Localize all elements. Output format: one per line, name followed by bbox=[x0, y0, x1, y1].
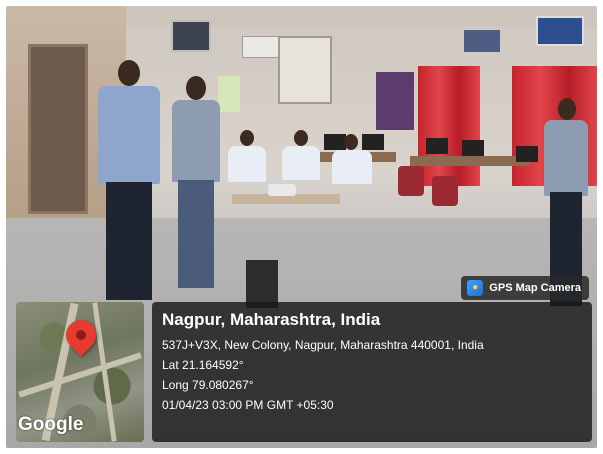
person-head bbox=[118, 60, 140, 86]
computer-monitor bbox=[362, 134, 384, 150]
wall-sign bbox=[464, 30, 500, 52]
person-head bbox=[558, 98, 576, 120]
camera-icon: ● bbox=[467, 280, 484, 296]
map-road bbox=[18, 352, 142, 398]
location-info-panel: Nagpur, Maharashtra, India 537J+V3X, New… bbox=[152, 302, 592, 442]
presenter-trousers bbox=[106, 182, 152, 300]
wall-sign-right bbox=[536, 16, 584, 46]
red-chair bbox=[398, 166, 424, 196]
timestamp-line: 01/04/23 03:00 PM GMT +05:30 bbox=[162, 398, 334, 412]
standing-presenter bbox=[172, 100, 220, 182]
person-head bbox=[186, 76, 206, 100]
standing-observer bbox=[544, 120, 588, 196]
presenter-jeans bbox=[178, 180, 214, 288]
latitude-line: Lat 21.164592° bbox=[162, 358, 244, 372]
notice-board bbox=[278, 36, 332, 104]
location-title: Nagpur, Maharashtra, India bbox=[162, 310, 381, 329]
seated-person bbox=[282, 146, 320, 180]
computer-monitor bbox=[462, 140, 484, 156]
person-head bbox=[240, 130, 254, 146]
google-logo: Google bbox=[18, 414, 84, 435]
wall-monitor bbox=[171, 20, 211, 52]
projector bbox=[268, 184, 296, 196]
computer-monitor bbox=[324, 134, 346, 150]
door bbox=[28, 44, 88, 214]
person-head bbox=[294, 130, 308, 146]
computer-cpu bbox=[246, 260, 278, 308]
badge-label: GPS Map Camera bbox=[489, 282, 581, 294]
wall-poster bbox=[218, 76, 240, 112]
seated-person bbox=[332, 150, 372, 184]
gps-camera-badge: ● GPS Map Camera bbox=[461, 276, 589, 300]
wall-banner bbox=[376, 72, 414, 130]
standing-presenter bbox=[98, 86, 160, 184]
red-chair bbox=[432, 176, 458, 206]
map-thumbnail: Google bbox=[16, 302, 144, 442]
address-line: 537J+V3X, New Colony, Nagpur, Maharashtr… bbox=[162, 338, 484, 352]
air-conditioner bbox=[242, 36, 282, 58]
red-curtain bbox=[418, 66, 480, 186]
seated-person bbox=[228, 146, 266, 182]
computer-monitor bbox=[426, 138, 448, 154]
longitude-line: Long 79.080267° bbox=[162, 378, 254, 392]
person-head bbox=[344, 134, 358, 150]
lab-desk-right bbox=[410, 156, 530, 166]
computer-monitor bbox=[516, 146, 538, 162]
